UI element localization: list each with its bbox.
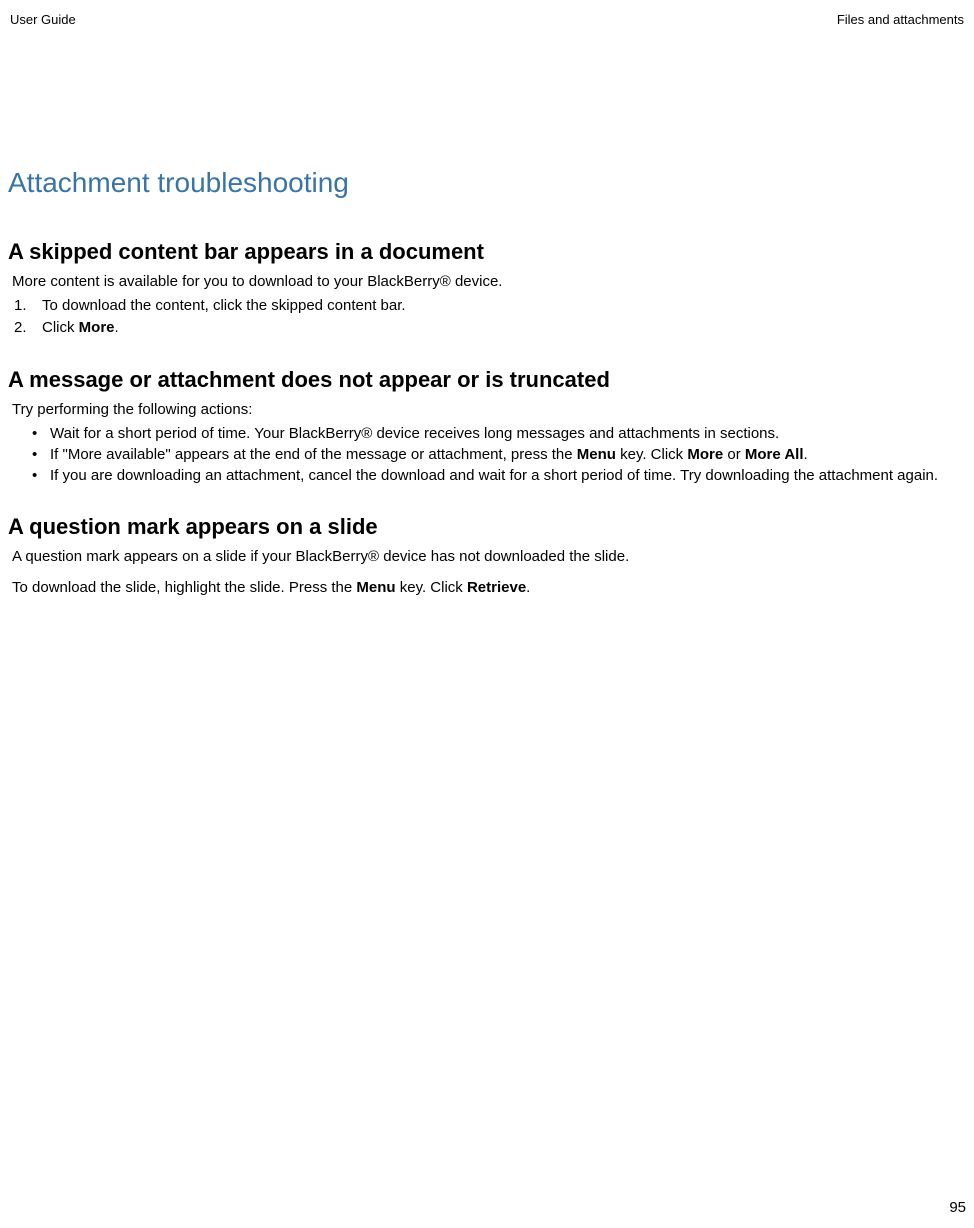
text-fragment: .	[804, 446, 808, 463]
page-content: Attachment troubleshooting A skipped con…	[6, 27, 968, 598]
bullet-icon: •	[32, 444, 50, 465]
bullet-text: Wait for a short period of time. Your Bl…	[50, 423, 779, 444]
bullet-icon: •	[32, 423, 50, 444]
section3-p2: To download the slide, highlight the sli…	[12, 577, 966, 598]
step-number: 2.	[14, 317, 42, 339]
section1-intro: More content is available for you to dow…	[12, 271, 966, 292]
page-number: 95	[949, 1199, 966, 1216]
header-left: User Guide	[10, 12, 76, 27]
list-item: • If "More available" appears at the end…	[32, 444, 966, 465]
text-fragment: or	[723, 446, 745, 463]
step-number: 1.	[14, 295, 42, 317]
main-title: Attachment troubleshooting	[8, 167, 966, 199]
step-text: To download the content, click the skipp…	[42, 295, 406, 317]
text-fragment: key. Click	[396, 579, 467, 596]
section3: A question mark appears on a slide A que…	[8, 514, 966, 598]
text-fragment: key. Click	[616, 446, 687, 463]
section3-p1: A question mark appears on a slide if yo…	[12, 546, 966, 567]
text-fragment: To download the slide, highlight the sli…	[12, 579, 356, 596]
list-item: 2. Click More.	[14, 317, 966, 339]
section3-heading: A question mark appears on a slide	[8, 514, 966, 540]
header-right: Files and attachments	[837, 12, 964, 27]
bold-text: More All	[745, 446, 804, 463]
section1-heading: A skipped content bar appears in a docum…	[8, 239, 966, 265]
bullet-text: If you are downloading an attachment, ca…	[50, 465, 938, 486]
page-header: User Guide Files and attachments	[6, 12, 968, 27]
bold-text: Menu	[356, 579, 395, 596]
text-fragment: .	[115, 319, 119, 336]
bold-text: More	[687, 446, 723, 463]
bold-text: More	[79, 319, 115, 336]
step-text: Click More.	[42, 317, 119, 339]
text-fragment: Click	[42, 319, 79, 336]
text-fragment: .	[526, 579, 530, 596]
list-item: • If you are downloading an attachment, …	[32, 465, 966, 486]
text-fragment: If "More available" appears at the end o…	[50, 446, 577, 463]
list-item: • Wait for a short period of time. Your …	[32, 423, 966, 444]
section1-steps: 1. To download the content, click the sk…	[14, 295, 966, 339]
section2-heading: A message or attachment does not appear …	[8, 367, 966, 393]
bold-text: Retrieve	[467, 579, 526, 596]
bullet-text: If "More available" appears at the end o…	[50, 444, 808, 465]
list-item: 1. To download the content, click the sk…	[14, 295, 966, 317]
bold-text: Menu	[577, 446, 616, 463]
bullet-icon: •	[32, 465, 50, 486]
section2-bullets: • Wait for a short period of time. Your …	[32, 423, 966, 486]
section2-intro: Try performing the following actions:	[12, 399, 966, 420]
